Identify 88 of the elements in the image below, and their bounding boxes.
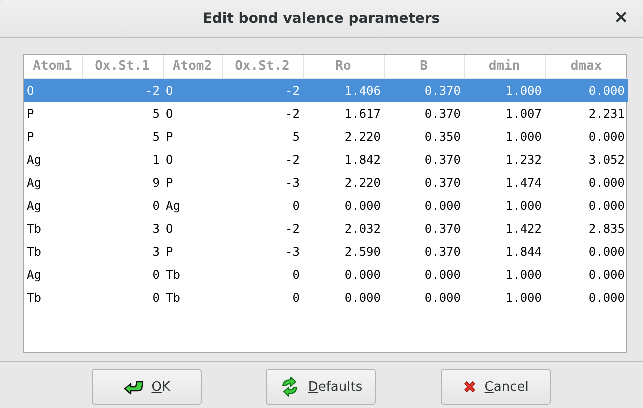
table-cell: O	[24, 78, 82, 102]
table-cell-text: Tb	[26, 220, 42, 238]
table-cell-text: 0	[152, 290, 161, 306]
table-cell-text: 0.000	[588, 128, 626, 146]
table-cell-text: O	[165, 220, 174, 238]
table-cell-text: 1.000	[504, 290, 543, 306]
table-cell-text: Tb	[165, 290, 182, 306]
table-cell-text: 0.000	[424, 266, 462, 284]
table-cell-text: P	[165, 244, 174, 260]
table-cell-text: Tb	[165, 266, 182, 284]
table-cell: 0.370	[384, 78, 464, 102]
table-cell-text: Ag	[26, 266, 42, 284]
table-cell-text: 3	[152, 244, 161, 260]
table-cell-text: 0.370	[424, 244, 462, 260]
table-cell-text: 1.000	[504, 266, 543, 284]
table-cell-text: 2.835	[588, 220, 626, 238]
table-cell-text: 1	[152, 152, 161, 168]
table-cell-text: 0.000	[344, 198, 382, 214]
table-cell-text: 5	[292, 128, 301, 146]
table-cell-text: Ag	[26, 174, 42, 192]
table-cell-text: Tb	[26, 244, 42, 260]
table-cell-text: P	[165, 128, 174, 146]
table-cell: 5	[82, 102, 163, 125]
table-cell-text: 0	[292, 198, 301, 214]
table-cell: 0.000	[545, 78, 628, 102]
table-cell: O	[163, 78, 222, 102]
table-cell-text: 1.000	[504, 198, 543, 214]
table-cell-text: 0	[152, 198, 161, 214]
defaults-button[interactable]: Defaults	[266, 369, 376, 405]
table-cell-text: 2.590	[344, 244, 382, 260]
table-cell-text: 0.000	[588, 198, 626, 214]
table-cell-text: 0.370	[424, 174, 462, 192]
table-cell-text: 0.370	[424, 220, 462, 238]
table-cell-text: 0.000	[424, 198, 462, 214]
table-cell-text: Tb	[26, 290, 42, 306]
table-cell-text: -3	[284, 174, 301, 192]
table-cell-text: 1.842	[344, 152, 382, 168]
table-cell: -2	[222, 78, 303, 102]
window-title: Edit bond valence parameters	[202, 10, 440, 26]
table-cell-text: -3	[284, 244, 301, 260]
table-cell: P	[24, 102, 82, 125]
table-cell-text: 1.000	[504, 128, 543, 146]
table-cell-text: 0.000	[588, 174, 626, 192]
table-cell: 2.231	[545, 102, 628, 125]
table-cell-text: 0.000	[588, 244, 626, 260]
table-cell-text: 0	[152, 266, 161, 284]
table-cell-text: 0.000	[424, 290, 462, 306]
table-cell-text: 1.844	[504, 244, 543, 260]
table-cell-text: -2	[284, 220, 301, 238]
table-cell-text: 3.052	[588, 152, 626, 168]
table-cell-text: 3	[152, 220, 161, 238]
table-cell-text: 1.232	[504, 152, 543, 168]
table-cell-text: 0.000	[344, 290, 382, 306]
table-cell: 1.007	[464, 102, 545, 125]
refresh-icon	[280, 377, 300, 397]
table-cell-text: O	[165, 152, 174, 168]
table-cell-text: 9	[152, 174, 161, 192]
table-cell-text: 0	[292, 266, 301, 284]
table-cell: 1.406	[303, 78, 384, 102]
table-cell-text: 0.000	[588, 290, 626, 306]
table-cell: 0.370	[384, 102, 464, 125]
table-cell: 1.617	[303, 102, 384, 125]
table-cell-text: 2.032	[344, 220, 382, 238]
table-cell: O	[163, 102, 222, 125]
table-cell-text: Ag	[26, 198, 42, 215]
table-cell: -2	[222, 102, 303, 125]
arrow-icon	[124, 379, 144, 395]
table-cell-text: Ag	[165, 198, 182, 215]
table-cell-text: 0	[292, 290, 301, 306]
ok-button[interactable]: OK	[92, 369, 202, 405]
table-cell-text: 0.000	[344, 266, 382, 284]
table-cell-text: 2.220	[344, 128, 382, 146]
table-cell-text: Ag	[26, 152, 42, 169]
table-cell-text: 1.474	[504, 174, 543, 192]
table-cell-text: 0.370	[424, 152, 462, 168]
table-cell-text: 2.220	[344, 174, 382, 192]
cancel-button[interactable]: Cancel	[440, 369, 551, 405]
table-cell: 1.000	[464, 78, 545, 102]
table-cell-text: P	[26, 128, 36, 146]
table-cell-text: 0.000	[588, 266, 626, 284]
close-icon	[462, 380, 477, 394]
table-cell-text: 0.350	[424, 128, 462, 146]
table-cell-text: 1.422	[504, 220, 543, 238]
table-cell-text: 5	[152, 128, 161, 146]
close-button[interactable]: ×	[614, 9, 629, 27]
table-cell-text: -2	[284, 152, 301, 168]
table-cell: -2	[82, 78, 163, 102]
table-cell-text: P	[165, 174, 174, 192]
